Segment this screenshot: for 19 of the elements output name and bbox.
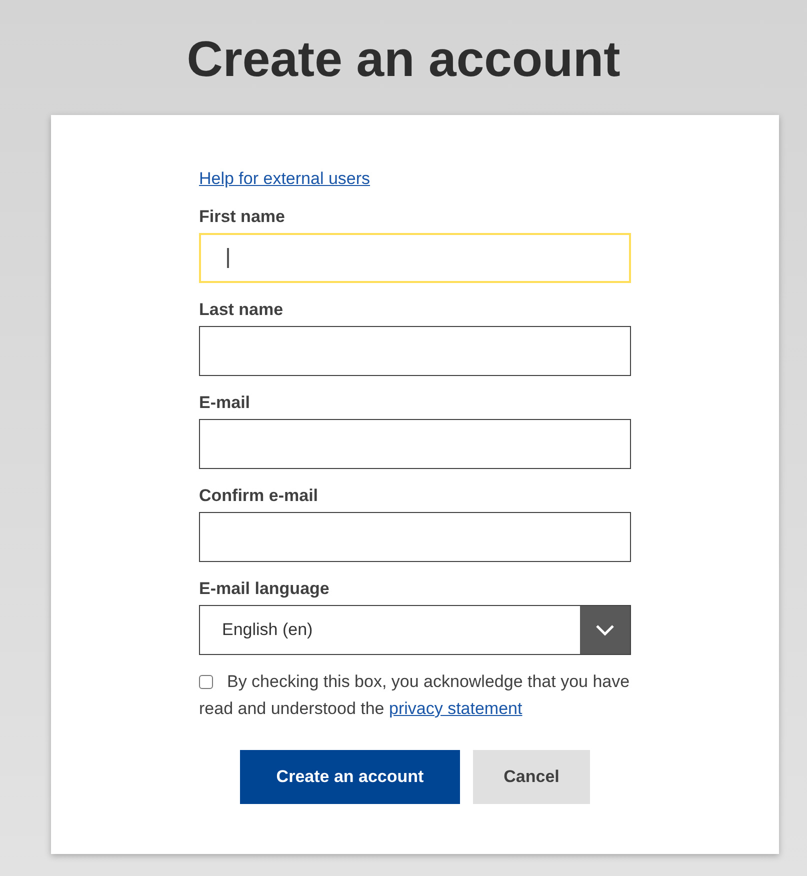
privacy-link[interactable]: privacy statement	[389, 699, 522, 718]
select-value: English (en)	[221, 619, 314, 642]
field-label: First name	[199, 207, 285, 227]
dropdown-caret-icon	[580, 606, 630, 654]
field-label: Last name	[199, 300, 284, 320]
create-account-button[interactable]: Create an account	[240, 750, 460, 804]
input-field[interactable]	[199, 326, 631, 376]
consent-text: By checking this box, you acknowledge that you have read and understood the privacy statement	[199, 671, 631, 720]
input-field[interactable]	[199, 512, 631, 562]
help-link[interactable]: Help for external users	[199, 168, 370, 190]
language-select[interactable]: English (en)	[199, 605, 631, 655]
field-label: E-mail	[199, 393, 250, 413]
consent-checkbox[interactable]	[199, 675, 213, 689]
field-label: E-mail language	[199, 579, 330, 599]
page-title: Create an account	[186, 34, 620, 84]
input-field[interactable]	[199, 419, 631, 469]
field-label: Confirm e-mail	[199, 486, 318, 506]
cancel-button[interactable]: Cancel	[473, 750, 590, 804]
text-cursor	[227, 248, 229, 268]
